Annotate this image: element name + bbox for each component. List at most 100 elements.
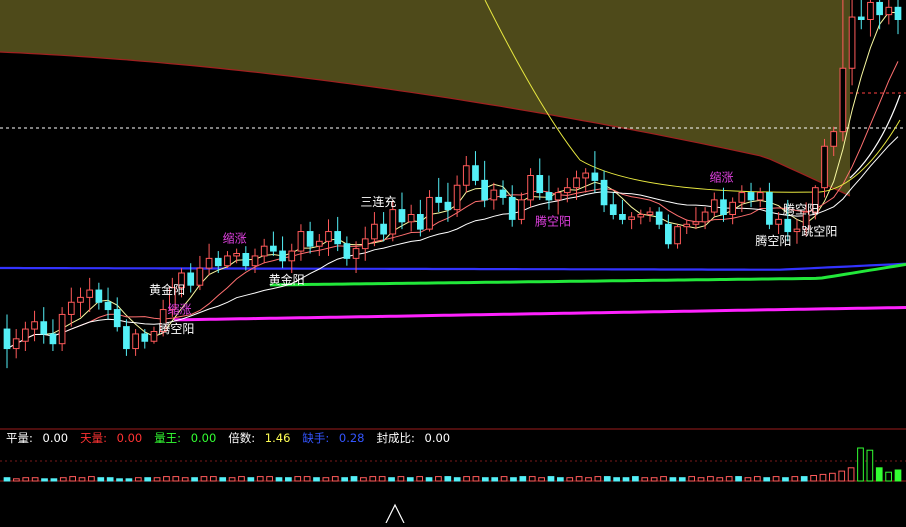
candle: [380, 223, 387, 235]
volume-bar: [219, 477, 227, 482]
candle: [527, 175, 534, 201]
volume-bar: [481, 477, 489, 482]
volume-bar: [866, 449, 874, 482]
volume-bar: [22, 477, 30, 482]
volume-bar: [200, 476, 208, 482]
candle: [839, 67, 847, 133]
legend-value: 0.00: [117, 431, 143, 445]
volume-bar: [116, 478, 123, 482]
candle: [692, 221, 700, 225]
volume-bar: [191, 477, 198, 482]
signal-label: 腾空阳: [158, 321, 194, 336]
candle: [821, 145, 828, 189]
volume-bar: [838, 470, 846, 482]
candle: [426, 196, 433, 230]
signal-label: 跳空阳: [801, 224, 837, 238]
candle: [67, 301, 75, 315]
candle: [150, 331, 158, 342]
candle: [720, 199, 727, 215]
candle: [554, 192, 562, 201]
volume-bar: [650, 477, 658, 482]
candle: [343, 243, 351, 259]
candle: [462, 165, 470, 186]
volume-bar: [78, 477, 86, 482]
legend-value: 0.28: [339, 431, 365, 445]
volume-bar: [453, 477, 461, 482]
candle: [885, 6, 893, 16]
volume-bar: [857, 447, 864, 482]
candle: [747, 192, 755, 201]
volume-bar: [294, 476, 302, 482]
volume-bar: [13, 478, 20, 482]
candle: [444, 201, 452, 211]
candle: [95, 289, 103, 303]
legend-label: 封成比:: [377, 431, 415, 445]
candle: [49, 333, 57, 345]
volume-bar: [847, 467, 855, 482]
volume-bar: [669, 477, 677, 482]
volume-bar: [181, 477, 189, 482]
candle: [260, 245, 268, 257]
volume-bar: [275, 477, 283, 482]
volume-bar: [660, 476, 667, 482]
candle: [12, 338, 20, 350]
signal-label: 三连充: [360, 194, 396, 209]
candle: [573, 177, 580, 189]
volume-bar: [472, 476, 480, 482]
candle: [637, 214, 645, 218]
candle: [738, 192, 746, 203]
volume-bar: [707, 476, 714, 482]
candle: [325, 231, 332, 242]
candle: [214, 257, 222, 267]
volume-bar: [500, 476, 508, 482]
volume-bar: [313, 477, 320, 482]
legend-value: 0.00: [43, 431, 69, 445]
volume-bar: [828, 472, 836, 482]
volume-bar: [247, 477, 255, 482]
volume-bar: [594, 476, 602, 482]
volume-bar: [341, 477, 348, 482]
volume-bar: [425, 477, 433, 482]
volume-bar: [41, 478, 48, 482]
volume-bar: [388, 477, 395, 482]
legend-label: 天量:: [80, 431, 107, 445]
candle: [123, 326, 130, 350]
signal-label: 缩涨: [168, 301, 192, 316]
volume-bar: [125, 478, 133, 482]
candle: [710, 199, 718, 213]
candle: [77, 296, 84, 303]
signal-label: 缩涨: [223, 231, 247, 246]
candle: [609, 204, 617, 215]
volume-bar: [538, 477, 545, 482]
volume-bar: [885, 471, 892, 482]
volume-bar: [632, 476, 639, 482]
volume-bar: [697, 477, 705, 482]
volume-bar: [575, 476, 583, 482]
candle: [22, 328, 29, 342]
candle: [857, 16, 865, 20]
volume-bar: [228, 477, 236, 482]
legend-label: 平量:: [6, 431, 33, 445]
volume-bar: [59, 477, 67, 482]
legend-label: 倍数:: [228, 431, 255, 445]
volume-bar: [3, 477, 11, 482]
candle: [518, 199, 525, 220]
candle: [196, 267, 204, 286]
volume-bar: [791, 476, 799, 482]
candle: [352, 248, 360, 259]
candle: [481, 179, 488, 201]
volume-bar: [622, 477, 630, 482]
volume-bar: [585, 477, 592, 482]
volume-bar: [819, 473, 827, 482]
volume-bar: [547, 476, 555, 482]
candle: [894, 6, 902, 20]
volume-bar: [50, 478, 58, 482]
candle: [591, 172, 599, 181]
volume-bar: [303, 476, 311, 482]
volume-bar: [810, 475, 817, 482]
candle: [242, 253, 250, 267]
candle: [187, 272, 195, 286]
volume-bar: [463, 476, 470, 482]
volume-bar: [716, 477, 724, 482]
candle: [729, 201, 737, 215]
